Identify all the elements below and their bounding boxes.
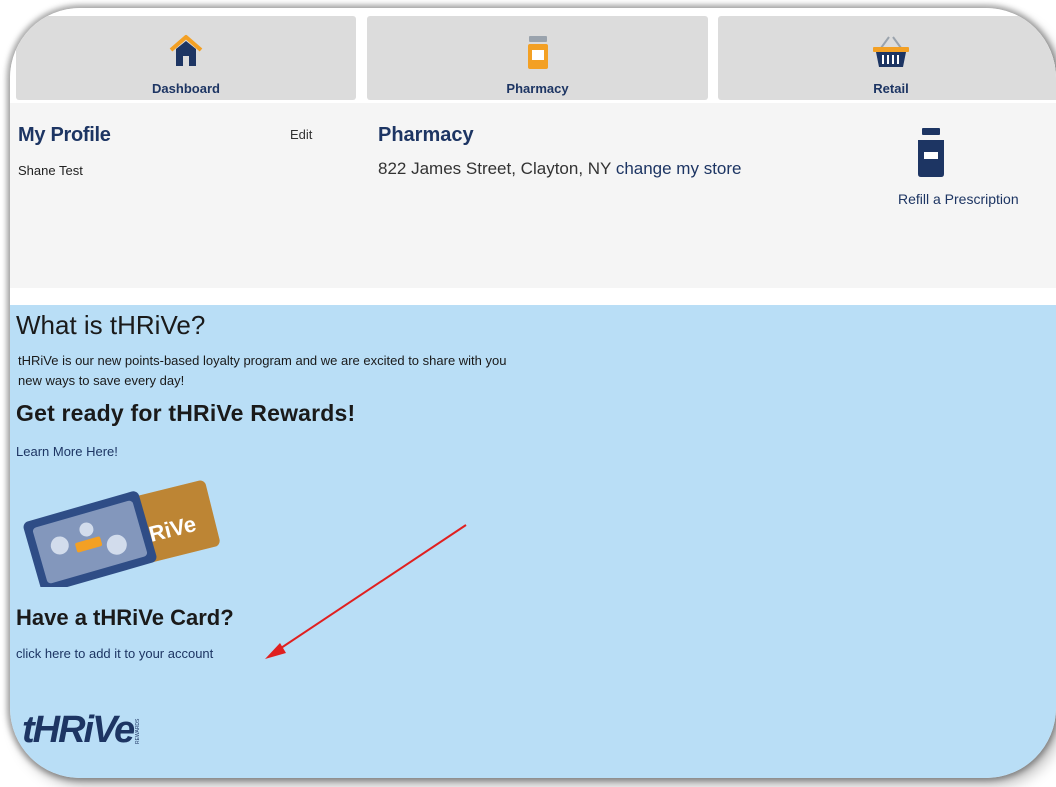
logo-wordmark: tHRiVe	[22, 709, 135, 750]
what-is-thrive-heading: What is tHRiVe?	[16, 310, 206, 340]
tab-pharmacy[interactable]: Pharmacy	[367, 16, 708, 100]
tab-dashboard-label: Dashboard	[152, 81, 220, 96]
have-card-heading: Have a tHRiVe Card?	[16, 605, 234, 630]
add-card-link[interactable]: click here to add it to your account	[16, 646, 213, 661]
edit-profile-link[interactable]: Edit	[290, 127, 312, 142]
app-frame: Dashboard Pharmacy Retail	[10, 8, 1056, 778]
store-address-text: 822 James Street, Clayton, NY	[378, 159, 612, 178]
pharmacy-heading: Pharmacy	[378, 124, 474, 146]
tab-dashboard[interactable]: Dashboard	[16, 16, 356, 100]
change-store-link[interactable]: change my store	[616, 159, 742, 178]
pill-bottle-icon	[527, 34, 549, 75]
refill-prescription-link[interactable]: Refill a Prescription	[898, 191, 1019, 207]
learn-more-link[interactable]: Learn More Here!	[16, 444, 118, 459]
logo-sub: REWARDS	[135, 718, 141, 744]
top-nav: Dashboard Pharmacy Retail	[10, 8, 1056, 103]
store-address: 822 James Street, Clayton, NY change my …	[378, 159, 742, 179]
house-icon	[168, 34, 204, 73]
thrive-description: tHRiVe is our new points-based loyalty p…	[18, 353, 507, 388]
tab-pharmacy-label: Pharmacy	[506, 81, 569, 96]
prescription-bottle-icon[interactable]	[917, 128, 945, 183]
profile-name: Shane Test	[18, 163, 83, 178]
thrive-rewards-logo: tHRiVe REWARDS	[22, 700, 152, 755]
thrive-cards-image: RiVe	[20, 477, 220, 593]
tab-retail-label: Retail	[873, 81, 909, 96]
tab-retail[interactable]: Retail	[718, 16, 1056, 100]
my-profile-heading: My Profile	[18, 124, 111, 146]
rewards-heading: Get ready for tHRiVe Rewards!	[16, 400, 356, 426]
basket-icon	[871, 34, 911, 73]
